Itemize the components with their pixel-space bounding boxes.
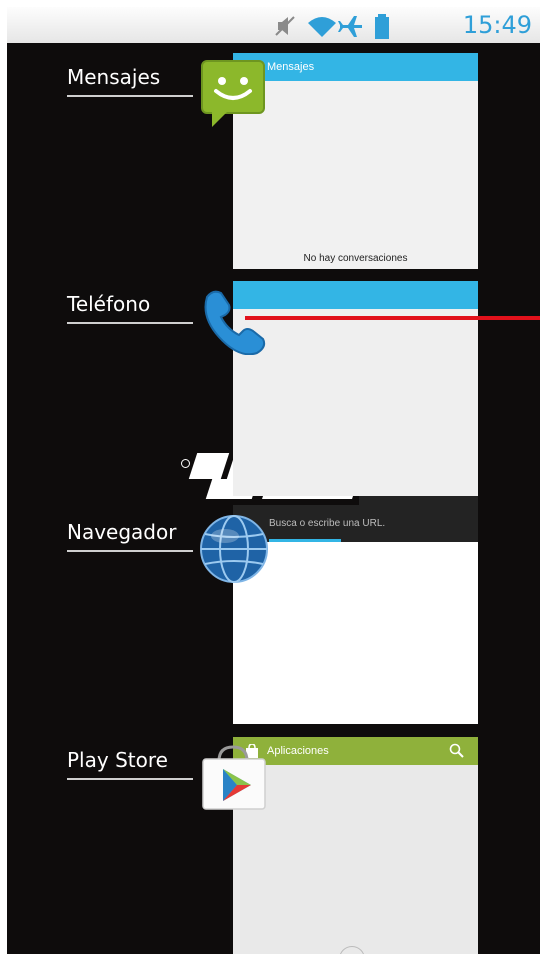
browser-thumbnail[interactable]: Busca o escribe una URL. xyxy=(233,496,478,724)
messages-empty-text: No hay conversaciones xyxy=(303,253,408,264)
messages-thumb-title: Mensajes xyxy=(233,53,478,81)
status-time: 15:49 xyxy=(462,11,532,39)
muted-icon xyxy=(275,16,295,36)
label-divider xyxy=(67,322,193,324)
swipe-indicator-line xyxy=(245,316,540,320)
play-store-icon[interactable] xyxy=(199,743,269,811)
phone-thumb-bar xyxy=(233,281,478,309)
status-bar: 15:49 xyxy=(7,7,540,43)
app-entry-telefono[interactable]: Teléfono xyxy=(67,292,150,316)
label-divider xyxy=(67,95,193,97)
play-store-thumb-title: Aplicaciones xyxy=(233,737,478,765)
loading-circle-icon xyxy=(339,946,365,954)
airplane-icon xyxy=(338,16,362,37)
phone-icon[interactable] xyxy=(199,287,269,355)
app-label-telefono: Teléfono xyxy=(67,292,151,316)
app-label-mensajes: Mensajes xyxy=(67,65,161,89)
play-store-thumbnail[interactable]: Aplicaciones xyxy=(233,737,478,954)
app-label-navegador: Navegador xyxy=(67,520,177,544)
wifi-icon xyxy=(308,17,336,37)
browser-globe-icon[interactable] xyxy=(199,514,269,584)
battery-icon xyxy=(375,14,389,39)
recent-apps-screen: 15:49 Mensajes No hay conversaciones Men… xyxy=(7,7,540,954)
app-label-play-store: Play Store xyxy=(67,748,168,772)
app-entry-play-store[interactable]: Play Store xyxy=(67,748,168,772)
app-entry-mensajes[interactable]: Mensajes xyxy=(67,65,160,89)
status-icons xyxy=(275,14,389,39)
browser-url-placeholder: Busca o escribe una URL. xyxy=(269,518,386,529)
app-entry-navegador[interactable]: Navegador xyxy=(67,520,176,544)
page-load-progress xyxy=(269,539,341,542)
messages-icon[interactable] xyxy=(200,59,266,129)
label-divider xyxy=(67,778,193,780)
label-divider xyxy=(67,550,193,552)
messages-thumbnail[interactable]: Mensajes No hay conversaciones xyxy=(233,53,478,269)
search-icon[interactable] xyxy=(449,743,465,759)
phone-thumbnail-bottom xyxy=(233,453,478,496)
